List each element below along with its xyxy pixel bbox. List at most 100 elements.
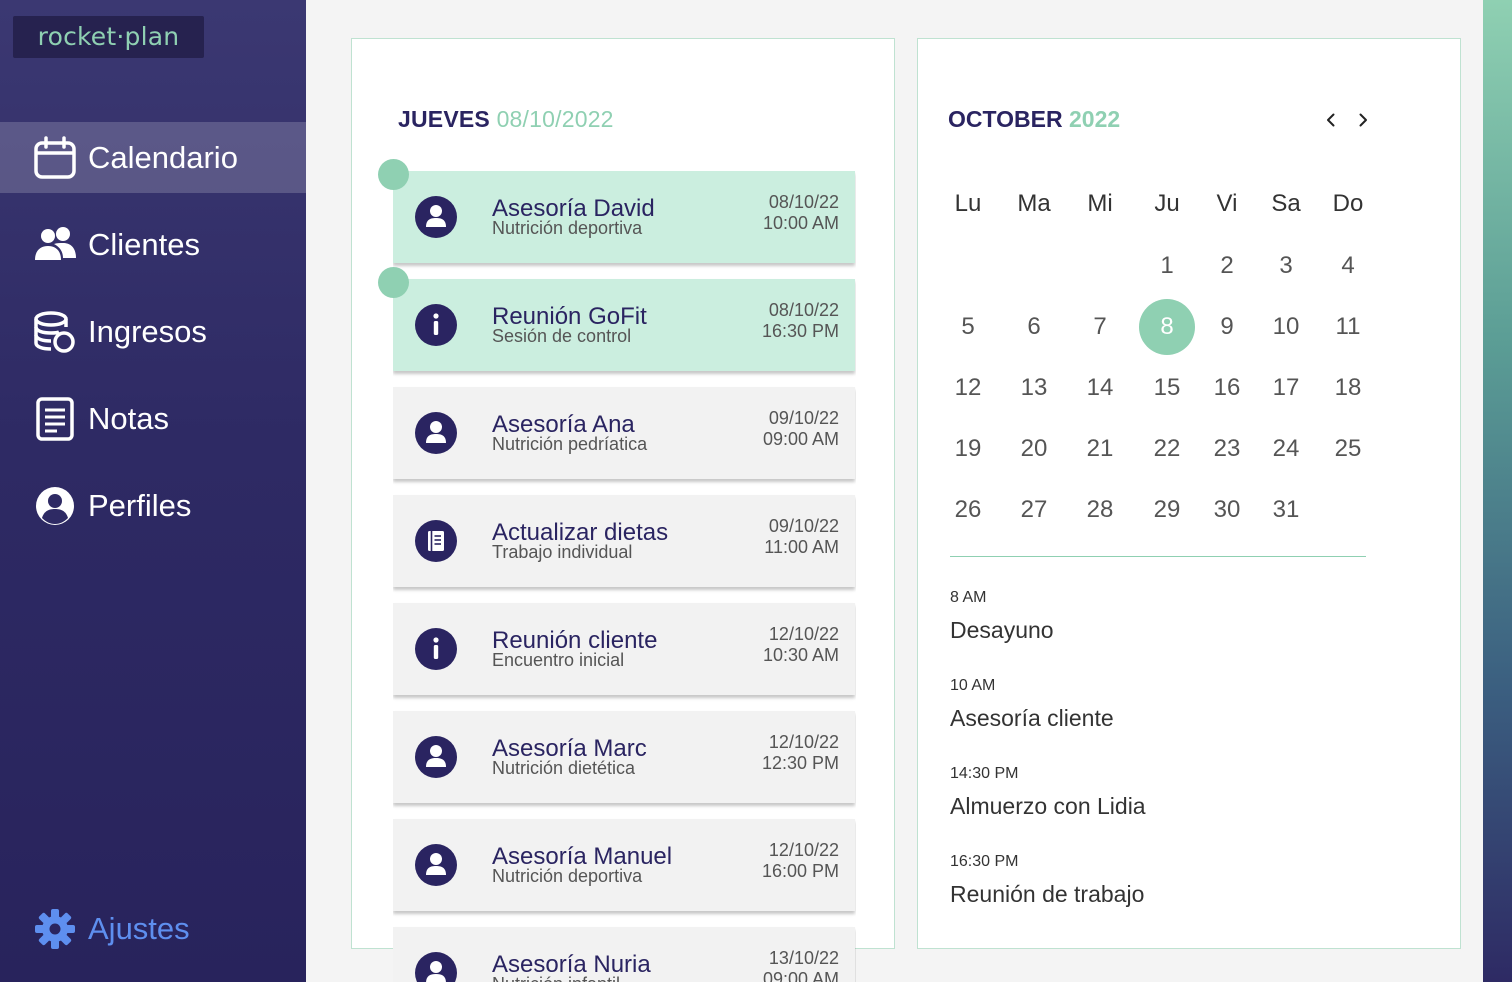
sidebar-item-label: Ajustes [88, 910, 190, 946]
prev-month-button[interactable] [1321, 108, 1341, 132]
appointment-date: 08/10/22 [768, 192, 839, 212]
calendar-day[interactable]: 21 [1072, 421, 1128, 477]
appointment-card[interactable]: Actualizar dietas Trabajo individual 09/… [393, 495, 855, 587]
appointment-time: 10:00 AM [762, 213, 839, 233]
event-time: 10 AM [950, 677, 996, 694]
next-month-button[interactable] [1353, 108, 1373, 132]
appointment-time: 09:00 AM [762, 969, 839, 982]
event-title[interactable]: Reunión de trabajo [950, 881, 1144, 908]
day-date: 08/10/2022 [496, 106, 614, 132]
sidebar-item-ajustes[interactable]: Ajustes [0, 893, 306, 964]
calendar-day[interactable]: 6 [1006, 299, 1062, 355]
weekday-label: Vi [1216, 190, 1238, 217]
calendar-day[interactable]: 25 [1320, 421, 1376, 477]
appointment-card[interactable]: Asesoría Manuel Nutrición deportiva 12/1… [393, 819, 855, 911]
appointment-time: 11:00 AM [764, 537, 839, 557]
appointment-subtitle: Nutrición dietética [492, 758, 636, 778]
person-icon [415, 952, 457, 982]
sidebar-item-label: Clientes [88, 226, 200, 262]
appointment-time: 12:30 PM [761, 753, 839, 773]
calendar-day[interactable]: 30 [1199, 482, 1255, 538]
appointment-date: 12/10/22 [768, 840, 839, 860]
sidebar-item-label: Ingresos [88, 313, 207, 349]
calendar-day[interactable]: 28 [1072, 482, 1128, 538]
calendar-day[interactable]: 15 [1139, 360, 1195, 416]
appointment-card[interactable]: Reunión GoFit Sesión de control 08/10/22… [393, 279, 855, 371]
weekday-label: Lu [954, 190, 982, 217]
calendar-day[interactable]: 12 [940, 360, 996, 416]
appointment-time: 16:30 PM [761, 321, 839, 341]
sidebar-item-label: Perfiles [88, 487, 192, 523]
appointment-subtitle: Nutrición deportiva [492, 218, 643, 238]
notebook-icon [415, 520, 457, 562]
appointment-date: 12/10/22 [768, 732, 839, 752]
calendar-day[interactable]: 31 [1258, 482, 1314, 538]
calendar-day[interactable]: 2 [1199, 238, 1255, 294]
calendar-day[interactable]: 3 [1258, 238, 1314, 294]
calendar-day[interactable]: 7 [1072, 299, 1128, 355]
sidebar-item-clientes[interactable]: Clientes [0, 209, 306, 280]
person-icon [415, 412, 457, 454]
month-name: OCTOBER [948, 106, 1063, 132]
chevron-left-icon [1327, 113, 1335, 127]
calendar-day[interactable]: 4 [1320, 238, 1376, 294]
right-edge-strip [1483, 0, 1512, 982]
day-heading: JUEVES 08/10/2022 [398, 106, 614, 133]
calendar-day[interactable]: 10 [1258, 299, 1314, 355]
weekday-label: Sa [1271, 190, 1301, 217]
weekday-label: Ju [1154, 190, 1180, 217]
calendar-day[interactable]: 14 [1072, 360, 1128, 416]
event-title[interactable]: Desayuno [950, 617, 1054, 644]
sidebar-item-calendario[interactable]: Calendario [0, 122, 306, 193]
appointment-time: 09:00 AM [762, 429, 839, 449]
event-title[interactable]: Asesoría cliente [950, 705, 1114, 732]
calendar-day[interactable]: 22 [1139, 421, 1195, 477]
appointment-subtitle: Nutrición deportiva [492, 866, 643, 886]
calendar-day[interactable]: 27 [1006, 482, 1062, 538]
appointment-time: 16:00 PM [761, 861, 839, 881]
calendar-day[interactable]: 11 [1320, 299, 1376, 355]
appointment-date: 08/10/22 [768, 300, 839, 320]
calendar-day[interactable]: 18 [1320, 360, 1376, 416]
calendar-day[interactable]: 17 [1258, 360, 1314, 416]
event-time: 16:30 PM [950, 853, 1019, 870]
appointment-card[interactable]: Asesoría Ana Nutrición pedríatica 09/10/… [393, 387, 855, 479]
calendar-day[interactable]: 1 [1139, 238, 1195, 294]
app-logo[interactable]: rocket·plan [13, 16, 204, 58]
calendar-day[interactable]: 13 [1006, 360, 1062, 416]
event-time: 14:30 PM [950, 765, 1019, 782]
sidebar-item-label: Notas [88, 400, 169, 436]
calendar-day[interactable]: 5 [940, 299, 996, 355]
month-year: 2022 [1068, 106, 1121, 132]
calendar-day[interactable]: 24 [1258, 421, 1314, 477]
calendar-day[interactable]: 9 [1199, 299, 1255, 355]
calendar-day[interactable]: 29 [1139, 482, 1195, 538]
chevron-right-icon [1359, 113, 1367, 127]
calendar-icon [32, 135, 78, 181]
sidebar-item-ingresos[interactable]: Ingresos [0, 296, 306, 367]
appointment-subtitle: Sesión de control [492, 326, 632, 346]
appointment-card[interactable]: Reunión cliente Encuentro inicial 12/10/… [393, 603, 855, 695]
day-name: JUEVES [398, 106, 490, 132]
calendar-day[interactable]: 26 [940, 482, 996, 538]
appointment-date: 12/10/22 [768, 624, 839, 644]
weekday-label: Ma [1017, 190, 1051, 217]
appointment-date: 13/10/22 [768, 948, 839, 968]
appointment-date: 09/10/22 [768, 516, 839, 536]
appointment-card[interactable]: Asesoría Marc Nutrición dietética 12/10/… [393, 711, 855, 803]
calendar-day-selected[interactable]: 8 [1139, 299, 1195, 355]
coins-icon [32, 309, 78, 355]
appointment-list[interactable]: Asesoría David Nutrición deportiva 08/10… [393, 171, 856, 982]
calendar-day[interactable]: 23 [1199, 421, 1255, 477]
sidebar-item-perfiles[interactable]: Perfiles [0, 470, 306, 541]
sidebar-item-notas[interactable]: Notas [0, 383, 306, 454]
weekday-label: Mi [1087, 190, 1113, 217]
appointment-card[interactable]: Asesoría David Nutrición deportiva 08/10… [393, 171, 855, 263]
calendar-day[interactable]: 20 [1006, 421, 1062, 477]
calendar-day[interactable]: 19 [940, 421, 996, 477]
event-title[interactable]: Almuerzo con Lidia [950, 793, 1146, 820]
info-icon [415, 304, 457, 346]
appointment-card[interactable]: Asesoría Nuria Nutrición infantil 13/10/… [393, 927, 855, 982]
calendar-day[interactable]: 16 [1199, 360, 1255, 416]
today-marker [378, 267, 409, 298]
